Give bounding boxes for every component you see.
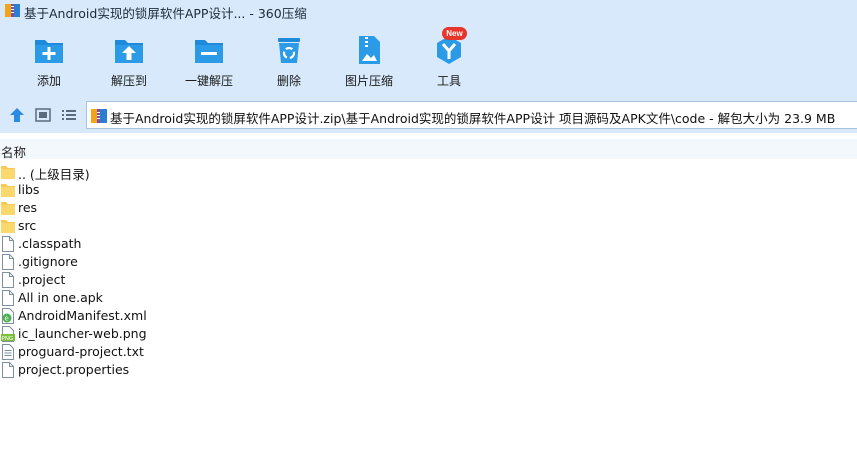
toolbar: 添加 解压到 一键解压 删除 图片压缩 New 工具 (0, 22, 857, 98)
file-name: .project (18, 272, 66, 287)
add-label: 添加 (36, 74, 61, 88)
file-name: .gitignore (18, 254, 78, 269)
one-click-extract-icon (195, 40, 223, 63)
file-name: project.properties (18, 362, 130, 377)
folder-icon (1, 184, 15, 197)
image-compress-label: 图片压缩 (344, 74, 393, 88)
file-name: libs (18, 182, 40, 197)
file-name: src (18, 218, 37, 233)
file-name: res (18, 200, 38, 215)
list-item-project[interactable]: .project (0, 271, 300, 289)
image-compress-icon (359, 36, 380, 64)
list-item-android-manifest[interactable]: e AndroidManifest.xml (0, 307, 300, 325)
file-icon (2, 254, 14, 270)
file-name: All in one.apk (18, 290, 103, 305)
one-click-extract-label: 一键解压 (184, 74, 233, 88)
delete-label: 删除 (276, 74, 301, 88)
delete-button[interactable]: 删除 (244, 22, 334, 98)
column-header-label: 名称 (1, 145, 27, 160)
column-header-name[interactable]: 名称 (0, 139, 857, 160)
list-item-res[interactable]: res (0, 199, 300, 217)
window-title: 基于Android实现的锁屏软件APP设计... - 360压缩 (24, 6, 307, 21)
extract-to-label: 解压到 (110, 74, 147, 88)
svg-text:e: e (5, 315, 9, 323)
file-name: AndroidManifest.xml (18, 308, 147, 323)
list-view-icon[interactable] (60, 107, 78, 123)
folder-icon (1, 166, 15, 179)
list-item-proguard-txt[interactable]: proguard-project.txt (0, 343, 300, 361)
image-compress-button[interactable]: 图片压缩 (324, 22, 414, 98)
file-icon (2, 236, 14, 252)
list-item-gitignore[interactable]: .gitignore (0, 253, 300, 271)
tools-label: 工具 (436, 74, 461, 88)
list-item-apk[interactable]: All in one.apk (0, 289, 300, 307)
list-item-libs[interactable]: libs (0, 181, 300, 199)
list-item-classpath[interactable]: .classpath (0, 235, 300, 253)
list-item-src[interactable]: src (0, 217, 300, 235)
file-icon (2, 272, 14, 288)
add-icon (35, 40, 63, 63)
png-image-icon: PNG (1, 326, 15, 342)
list-item-project-properties[interactable]: project.properties (0, 361, 300, 379)
list-item-ic-launcher-png[interactable]: PNG ic_launcher-web.png (0, 325, 300, 343)
file-name: proguard-project.txt (18, 344, 144, 359)
thumbnail-view-icon[interactable] (34, 107, 52, 123)
svg-text:PNG: PNG (2, 336, 14, 342)
file-name: .classpath (18, 236, 82, 251)
file-icon (2, 290, 14, 306)
app-logo-icon (5, 4, 20, 17)
path-text: 基于Android实现的锁屏软件APP设计.zip\基于Android实现的锁屏… (110, 111, 836, 126)
recycle-bin-icon (278, 38, 300, 63)
extract-to-button[interactable]: 解压到 (84, 22, 174, 98)
title-bar: 基于Android实现的锁屏软件APP设计... - 360压缩 (0, 0, 857, 22)
file-icon (2, 362, 14, 378)
up-arrow-icon[interactable] (8, 107, 26, 123)
extract-to-icon (115, 40, 143, 63)
list-item-parent-directory[interactable]: .. (上级目录) (0, 163, 300, 182)
new-badge: New (442, 27, 467, 40)
zip-archive-icon (91, 109, 107, 123)
address-bar: 基于Android实现的锁屏软件APP设计.zip\基于Android实现的锁屏… (0, 98, 857, 133)
tools-button[interactable]: New 工具 (404, 22, 494, 98)
xml-file-icon: e (2, 308, 14, 324)
add-button[interactable]: 添加 (4, 22, 94, 98)
file-name: ic_launcher-web.png (18, 326, 147, 341)
path-field[interactable]: 基于Android实现的锁屏软件APP设计.zip\基于Android实现的锁屏… (86, 101, 857, 129)
one-click-extract-button[interactable]: 一键解压 (164, 22, 254, 98)
folder-icon (1, 220, 15, 233)
text-file-icon (2, 344, 14, 360)
folder-icon (1, 202, 15, 215)
